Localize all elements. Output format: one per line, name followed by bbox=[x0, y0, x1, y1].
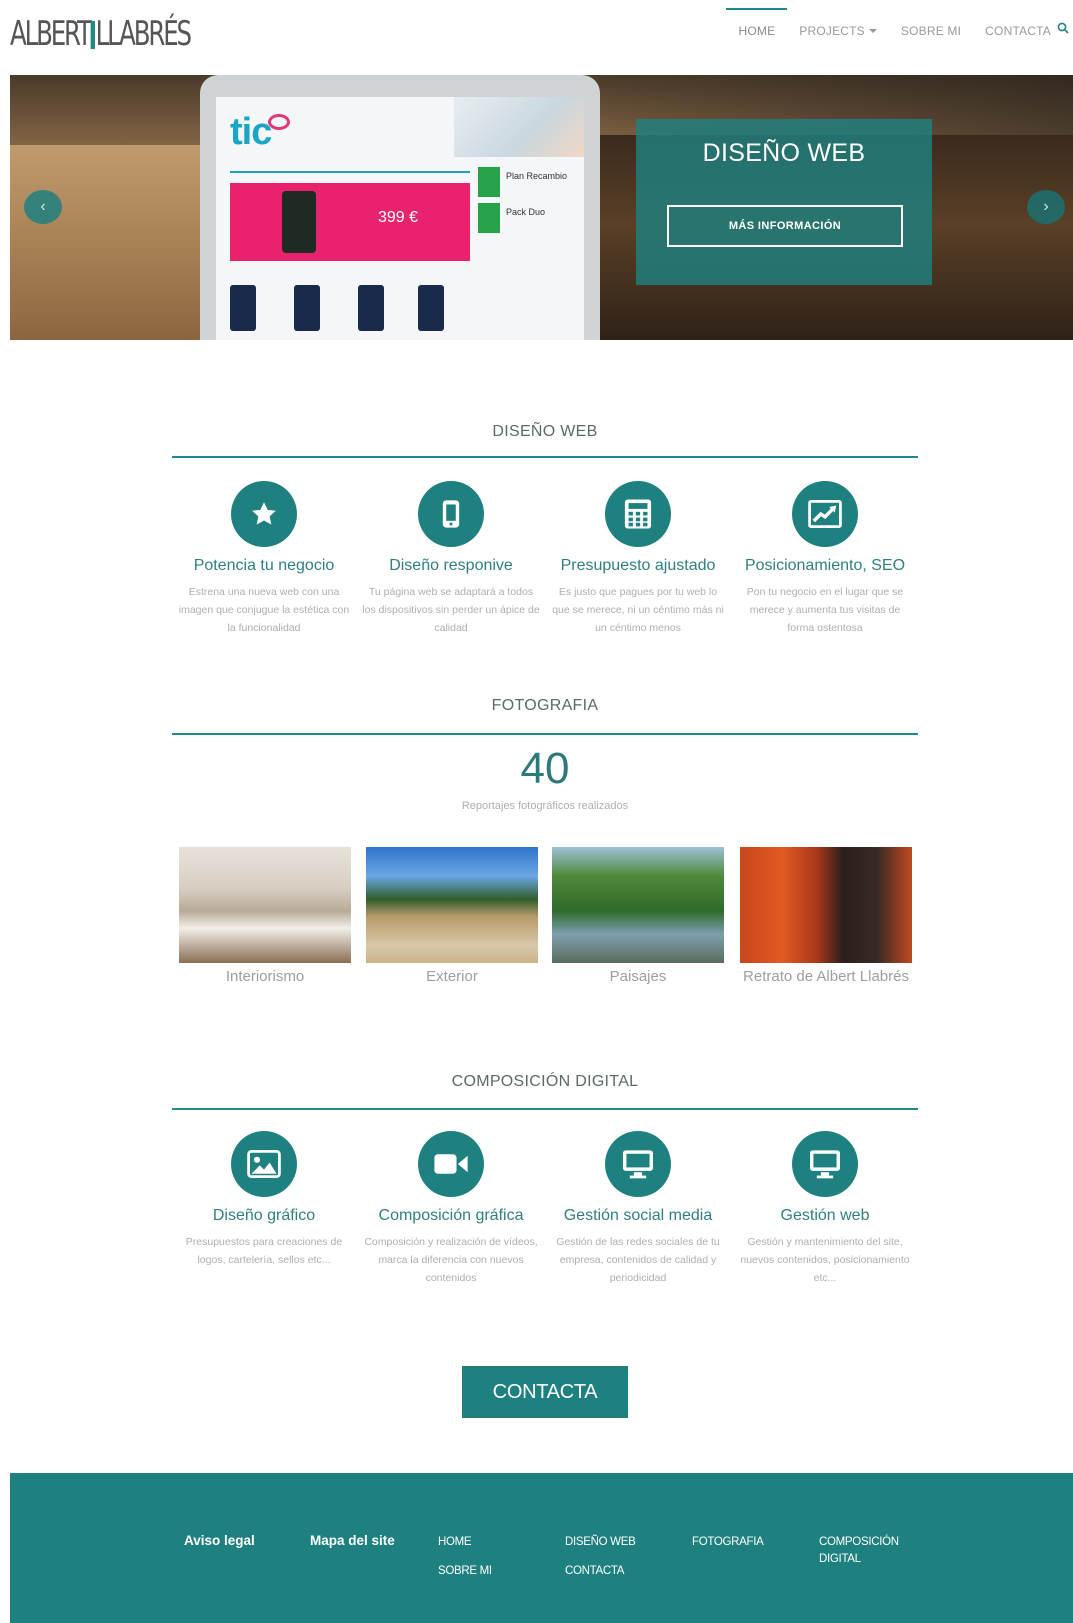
calculator-icon bbox=[605, 481, 671, 547]
caret-down-icon bbox=[868, 29, 877, 33]
image-icon bbox=[231, 1131, 297, 1197]
video-camera-icon bbox=[418, 1131, 484, 1197]
nav-label: CONTACTA bbox=[985, 24, 1051, 38]
feature-description: Es justo que pagues por tu web lo que se… bbox=[552, 586, 724, 634]
photo-caption: Interiorismo bbox=[225, 968, 305, 985]
photo-interiorismo bbox=[179, 847, 351, 963]
screen-price: 399 € bbox=[378, 209, 419, 226]
section-divider bbox=[172, 733, 918, 735]
footer-link-contacta[interactable]: CONTACTA bbox=[565, 1563, 624, 1580]
feature-description: Tu página web se adaptará a todos los di… bbox=[362, 586, 540, 634]
photo-card-exterior[interactable]: Exterior bbox=[366, 847, 538, 987]
contacta-button[interactable]: CONTACTA bbox=[462, 1366, 628, 1418]
screen-side-offers: Plan Recambio Pack Duo bbox=[478, 167, 568, 237]
site-logo[interactable]: ALBERT LLABRÉS bbox=[10, 14, 192, 54]
feature-diseno-grafico: Diseño gráfico Presupuestos para creacio… bbox=[171, 1131, 357, 1269]
screen-promo-banner: 399 € bbox=[230, 183, 470, 261]
feature-title: Presupuesto ajustado bbox=[560, 557, 716, 574]
site-header: ALBERT LLABRÉS HOME PROJECTS SOBRE MI CON… bbox=[0, 0, 1073, 75]
logo-text-last: LLABRÉS bbox=[95, 14, 192, 54]
nav-label: HOME bbox=[738, 24, 776, 38]
phone-image bbox=[282, 191, 316, 253]
footer-link-home[interactable]: HOME bbox=[438, 1534, 472, 1551]
star-icon bbox=[231, 481, 297, 547]
photo-caption: Exterior bbox=[426, 968, 478, 985]
screen-tabs bbox=[230, 163, 470, 173]
screen-products bbox=[230, 277, 480, 337]
monitor-icon bbox=[792, 1131, 858, 1197]
feature-description: Pon tu negocio en el lugar que se merece… bbox=[746, 586, 904, 634]
hero-laptop-image: tic 399 € Plan Recambio Pack Duo bbox=[200, 75, 600, 340]
feature-title: Gestión social media bbox=[563, 1207, 713, 1224]
photo-paisajes bbox=[552, 847, 724, 963]
section-divider bbox=[172, 1108, 918, 1110]
feature-description: Gestión y mantenimiento del site, nuevos… bbox=[740, 1236, 910, 1284]
mobile-icon bbox=[418, 481, 484, 547]
feature-title: Composición gráfica bbox=[378, 1207, 524, 1224]
search-icon[interactable] bbox=[1055, 8, 1073, 37]
photo-retrato bbox=[740, 847, 912, 963]
tic-logo: tic bbox=[230, 111, 291, 154]
nav-item-home[interactable]: HOME bbox=[726, 8, 788, 48]
nav-item-projects[interactable]: PROJECTS bbox=[787, 8, 889, 48]
section-title-diseno-web: DISEÑO WEB bbox=[492, 423, 598, 440]
screen-side-text: Pack Duo bbox=[506, 207, 546, 217]
feature-responsive: Diseño responive Tu página web se adapta… bbox=[358, 481, 544, 637]
feature-description: Gestión de las redes sociales de tu empr… bbox=[556, 1236, 720, 1284]
photo-caption: Retrato de Albert Llabrés bbox=[743, 968, 909, 985]
photo-count-label: Reportajes fotográficos realizados bbox=[461, 800, 629, 812]
photo-count: 40 bbox=[520, 744, 570, 793]
nav-item-sobre-mi[interactable]: SOBRE MI bbox=[889, 8, 973, 48]
footer-mapa-del-site[interactable]: Mapa del site bbox=[310, 1533, 395, 1548]
chevron-right-icon: › bbox=[1043, 198, 1049, 215]
carousel-prev-button[interactable]: ‹ bbox=[24, 190, 62, 224]
footer-link-diseno-web[interactable]: DISEÑO WEB bbox=[565, 1534, 636, 1551]
feature-title: Posicionamiento, SEO bbox=[744, 557, 906, 574]
carousel-next-button[interactable]: › bbox=[1027, 190, 1065, 224]
footer-link-composicion-digital[interactable]: COMPOSICIÓN DIGITAL bbox=[819, 1534, 909, 1568]
photo-exterior bbox=[366, 847, 538, 963]
feature-description: Composición y realización de vídeos, mar… bbox=[364, 1236, 538, 1284]
hero-title: DISEÑO WEB bbox=[702, 139, 866, 167]
footer-aviso-legal[interactable]: Aviso legal bbox=[184, 1533, 255, 1548]
hero-carousel: tic 399 € Plan Recambio Pack Duo DISEÑO … bbox=[10, 75, 1073, 340]
feature-title: Diseño gráfico bbox=[212, 1207, 316, 1224]
section-divider bbox=[172, 456, 918, 458]
laptop-screen: tic 399 € Plan Recambio Pack Duo bbox=[216, 97, 584, 340]
feature-gestion-web: Gestión web Gestión y mantenimiento del … bbox=[732, 1131, 918, 1287]
section-title-composicion: COMPOSICIÓN DIGITAL bbox=[451, 1073, 639, 1090]
feature-potencia: Potencia tu negocio Estrena una nueva we… bbox=[171, 481, 357, 637]
nav-label: SOBRE MI bbox=[900, 24, 962, 38]
photo-card-interiorismo[interactable]: Interiorismo bbox=[179, 847, 351, 987]
chart-line-icon bbox=[792, 481, 858, 547]
feature-title: Potencia tu negocio bbox=[193, 557, 335, 574]
footer-link-sobre-mi[interactable]: SOBRE MI bbox=[438, 1563, 492, 1580]
screen-banner-photo bbox=[454, 97, 584, 157]
feature-description: Presupuestos para creaciones de logos, c… bbox=[185, 1236, 343, 1266]
screen-side-text: Plan Recambio bbox=[506, 171, 568, 181]
section-title-fotografia: FOTOGRAFIA bbox=[491, 697, 599, 714]
more-info-button[interactable]: MÁS INFORMACIÓN bbox=[667, 205, 903, 247]
feature-social-media: Gestión social media Gestión de las rede… bbox=[545, 1131, 731, 1287]
nav-label: PROJECTS bbox=[799, 24, 865, 38]
feature-seo: Posicionamiento, SEO Pon tu negocio en e… bbox=[732, 481, 918, 637]
feature-title: Diseño responive bbox=[389, 557, 513, 574]
logo-text-first: ALBERT bbox=[10, 14, 92, 54]
photo-caption: Paisajes bbox=[609, 968, 667, 985]
hero-caption-box: DISEÑO WEB MÁS INFORMACIÓN bbox=[636, 119, 932, 285]
logo-mark bbox=[90, 21, 95, 49]
nav-item-contacta[interactable]: CONTACTA bbox=[973, 8, 1055, 48]
feature-title: Gestión web bbox=[780, 1207, 870, 1224]
photo-card-paisajes[interactable]: Paisajes bbox=[552, 847, 724, 987]
footer-link-fotografia[interactable]: FOTOGRAFIA bbox=[692, 1534, 764, 1551]
site-footer: Aviso legal Mapa del site HOME SOBRE MI … bbox=[10, 1473, 1073, 1623]
monitor-icon bbox=[605, 1131, 671, 1197]
main-nav: HOME PROJECTS SOBRE MI CONTACTA bbox=[726, 8, 1073, 48]
feature-presupuesto: Presupuesto ajustado Es justo que pagues… bbox=[545, 481, 731, 637]
photo-card-retrato[interactable]: Retrato de Albert Llabrés bbox=[740, 847, 912, 987]
feature-composicion-grafica: Composición gráfica Composición y realiz… bbox=[358, 1131, 544, 1287]
chevron-left-icon: ‹ bbox=[40, 198, 46, 215]
feature-description: Estrena una nueva web con una imagen que… bbox=[178, 586, 350, 634]
